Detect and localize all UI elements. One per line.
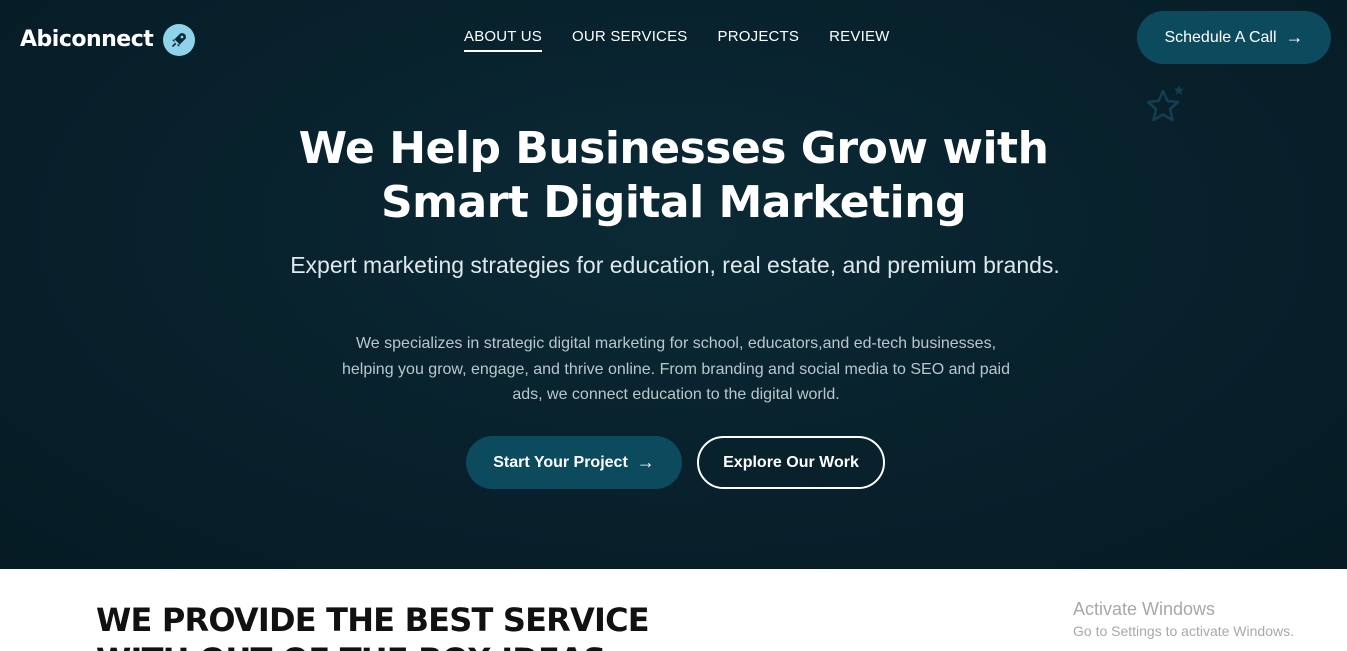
headline-line-1: We Help Businesses Grow with [298, 123, 1049, 174]
nav-about-us[interactable]: ABOUT US [464, 28, 543, 52]
explore-work-label: Explore Our Work [723, 453, 859, 471]
arrow-right-icon: → [1285, 27, 1304, 47]
arrow-right-icon: → [636, 452, 655, 472]
main-nav: ABOUT US OUR SERVICES PROJECTS REVIEW [464, 28, 890, 52]
schedule-call-label: Schedule A Call [1164, 28, 1277, 46]
watermark-title: Activate Windows [1073, 599, 1216, 619]
logo[interactable]: Abiconnect [20, 22, 196, 56]
services-section-title-line-2: WITH OUT OF THE BOX IDEAS [96, 640, 606, 651]
schedule-call-button[interactable]: Schedule A Call → [1137, 11, 1331, 64]
rocket-icon [163, 24, 196, 56]
headline-line-2: Smart Digital Marketing [380, 177, 967, 228]
hero-section: Abiconnect ABOUT US OUR SERVICES PROJECT… [0, 0, 1347, 569]
nav-review[interactable]: REVIEW [829, 28, 889, 52]
nav-our-services[interactable]: OUR SERVICES [572, 28, 688, 52]
hero-subheadline: Expert marketing strategies for educatio… [290, 252, 1060, 278]
nav-projects[interactable]: PROJECTS [718, 28, 800, 52]
start-project-button[interactable]: Start Your Project → [466, 436, 682, 489]
services-section-title: WE PROVIDE THE BEST SERVICE [96, 601, 650, 639]
start-project-label: Start Your Project [493, 453, 628, 471]
logo-text: Abiconnect [20, 26, 154, 52]
explore-work-button[interactable]: Explore Our Work [697, 436, 885, 489]
activate-windows-watermark: Activate Windows Go to Settings to activ… [1073, 598, 1294, 640]
hero-headline: We Help Businesses Grow with Smart Digit… [0, 122, 1347, 230]
top-navigation: Abiconnect ABOUT US OUR SERVICES PROJECT… [0, 0, 1347, 74]
hero-description: We specializes in strategic digital mark… [342, 335, 1010, 403]
watermark-subtitle: Go to Settings to activate Windows. [1073, 623, 1294, 639]
